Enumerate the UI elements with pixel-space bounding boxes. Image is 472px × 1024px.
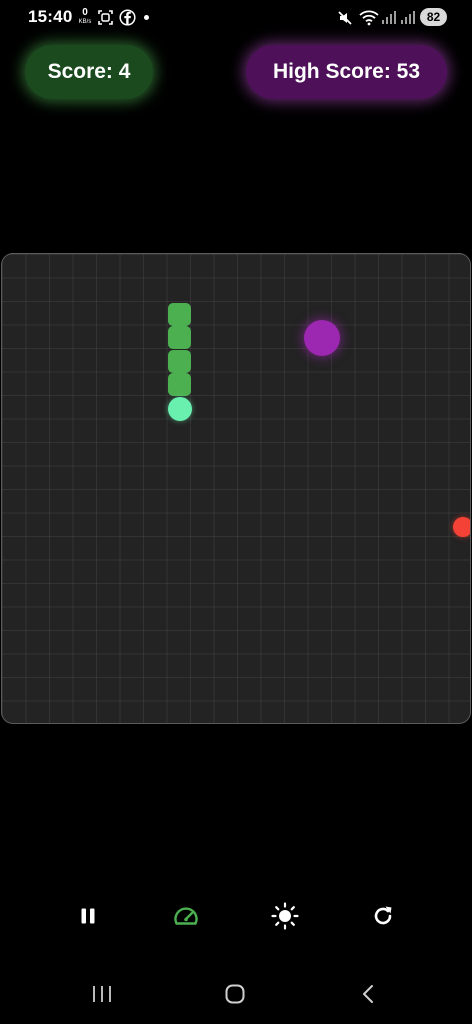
status-bar: 15:40 0 KB/s 82	[0, 0, 472, 36]
facebook-icon	[119, 9, 136, 26]
pause-button[interactable]	[70, 898, 106, 934]
snake-body-segment	[168, 326, 191, 349]
recent-apps-icon	[93, 986, 111, 1002]
network-speed-indicator: 0 KB/s	[76, 7, 94, 26]
back-icon	[363, 985, 373, 1003]
mute-icon	[338, 11, 352, 25]
game-board[interactable]	[1, 253, 471, 724]
recent-apps-button[interactable]	[84, 978, 120, 1010]
screenshot-icon	[98, 10, 113, 25]
brightness-icon	[271, 902, 299, 930]
score-badge: Score: 4	[25, 45, 153, 99]
notification-dot-icon	[144, 15, 149, 20]
speed-button[interactable]	[168, 898, 204, 934]
network-speed-value: 0	[82, 7, 88, 18]
network-speed-unit: KB/s	[78, 19, 92, 25]
food-purple	[304, 320, 340, 356]
home-button[interactable]	[217, 978, 253, 1010]
snake-body-segment	[168, 373, 191, 396]
pause-icon	[81, 908, 95, 924]
battery-indicator: 82	[420, 8, 447, 26]
snake-head	[168, 397, 192, 421]
speedometer-icon	[174, 907, 198, 925]
snake-body-segment	[168, 350, 191, 373]
snake-body-segment	[168, 303, 191, 326]
restart-button[interactable]	[365, 898, 401, 934]
signal-icon-2	[401, 11, 415, 24]
signal-icon-1	[382, 11, 396, 24]
food-red	[453, 517, 470, 537]
refresh-icon	[374, 906, 392, 925]
theme-button[interactable]	[267, 898, 303, 934]
high-score-badge: High Score: 53	[246, 45, 447, 99]
status-time: 15:40	[28, 7, 73, 26]
wifi-icon	[359, 10, 379, 26]
home-icon	[225, 984, 245, 1004]
back-button[interactable]	[350, 978, 386, 1010]
